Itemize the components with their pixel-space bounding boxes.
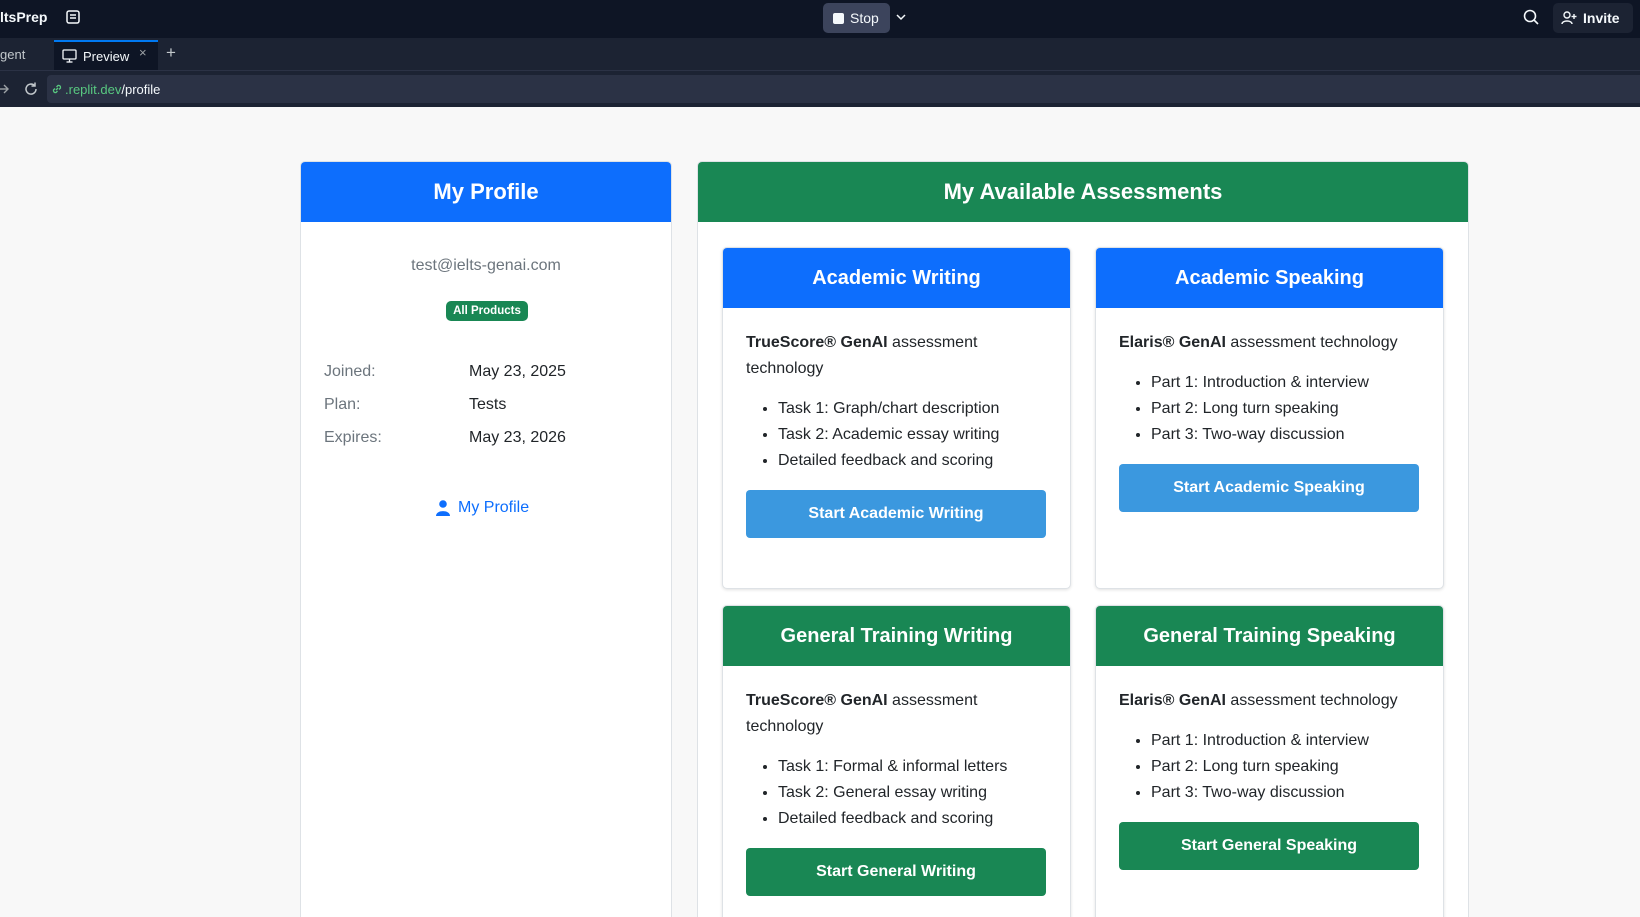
- stop-label: Stop: [850, 10, 879, 26]
- list-item: Task 2: Academic essay writing: [778, 422, 1047, 448]
- general-writing-features: Task 1: Formal & informal letters Task 2…: [778, 754, 1047, 832]
- list-item: Task 1: Formal & informal letters: [778, 754, 1047, 780]
- brand-name: TrueScore® GenAI: [746, 692, 888, 709]
- monitor-icon: [62, 49, 77, 63]
- list-item: Part 3: Two-way discussion: [1151, 780, 1420, 806]
- academic-speaking-features: Part 1: Introduction & interview Part 2:…: [1151, 370, 1420, 448]
- academic-writing-title: Academic Writing: [723, 248, 1070, 308]
- list-item: Part 2: Long turn speaking: [1151, 754, 1420, 780]
- general-speaking-title: General Training Speaking: [1096, 606, 1443, 666]
- academic-speaking-card: Academic Speaking Elaris® GenAI assessme…: [1095, 247, 1444, 589]
- invite-button[interactable]: Invite: [1553, 3, 1633, 33]
- tab-bar: gent Preview × +: [0, 38, 1640, 71]
- start-academic-speaking-button[interactable]: Start Academic Speaking: [1119, 464, 1419, 512]
- reload-icon[interactable]: [23, 81, 39, 97]
- url-bar: .replit.dev/profile: [0, 71, 1640, 107]
- my-profile-link-label: My Profile: [458, 499, 530, 516]
- tech-text: assessment technology: [1225, 692, 1398, 709]
- add-user-icon: [1561, 11, 1577, 25]
- start-academic-writing-button[interactable]: Start Academic Writing: [746, 490, 1046, 538]
- add-tab-icon[interactable]: +: [166, 43, 176, 63]
- expires-label: Expires:: [324, 429, 382, 446]
- list-item: Part 3: Two-way discussion: [1151, 422, 1420, 448]
- list-item: Task 1: Graph/chart description: [778, 396, 1047, 422]
- tab-preview-label: Preview: [83, 48, 130, 64]
- url-field[interactable]: .replit.dev/profile: [47, 75, 1640, 103]
- tab-agent[interactable]: gent: [0, 47, 25, 62]
- my-profile-link[interactable]: My Profile: [436, 499, 529, 517]
- plan-label: Plan:: [324, 396, 361, 413]
- url-host: .replit.dev: [65, 81, 122, 97]
- general-speaking-description: Elaris® GenAI assessment technology: [1119, 688, 1420, 714]
- academic-speaking-title: Academic Speaking: [1096, 248, 1443, 308]
- general-writing-description: TrueScore® GenAI assessment technology: [746, 688, 1047, 740]
- assessments-header: My Available Assessments: [698, 162, 1468, 222]
- list-item: Task 2: General essay writing: [778, 780, 1047, 806]
- link-icon: [52, 84, 62, 94]
- general-speaking-features: Part 1: Introduction & interview Part 2:…: [1151, 728, 1420, 806]
- brand-name: Elaris® GenAI: [1119, 334, 1226, 351]
- list-item: Part 1: Introduction & interview: [1151, 728, 1420, 754]
- list-item: Detailed feedback and scoring: [778, 448, 1047, 474]
- academic-writing-card: Academic Writing TrueScore® GenAI assess…: [722, 247, 1071, 589]
- expires-value: May 23, 2026: [469, 429, 566, 446]
- profile-header: My Profile: [301, 162, 671, 222]
- document-icon[interactable]: [65, 9, 81, 25]
- academic-writing-features: Task 1: Graph/chart description Task 2: …: [778, 396, 1047, 474]
- tech-text: assessment technology: [1225, 334, 1398, 351]
- general-writing-title: General Training Writing: [723, 606, 1070, 666]
- app-name[interactable]: ltsPrep: [0, 9, 47, 25]
- url-path: /profile: [121, 81, 161, 97]
- general-speaking-card: General Training Speaking Elaris® GenAI …: [1095, 605, 1444, 917]
- list-item: Detailed feedback and scoring: [778, 806, 1047, 832]
- start-general-speaking-button[interactable]: Start General Speaking: [1119, 822, 1419, 870]
- brand-name: Elaris® GenAI: [1119, 692, 1226, 709]
- search-icon[interactable]: [1522, 8, 1540, 26]
- invite-label: Invite: [1583, 10, 1620, 26]
- user-icon: [436, 500, 450, 516]
- plan-value: Tests: [469, 396, 507, 413]
- academic-writing-description: TrueScore® GenAI assessment technology: [746, 330, 1047, 382]
- joined-value: May 23, 2025: [469, 363, 566, 380]
- assessments-card: My Available Assessments Academic Writin…: [697, 161, 1469, 917]
- list-item: Part 2: Long turn speaking: [1151, 396, 1420, 422]
- stop-button[interactable]: Stop: [823, 3, 890, 33]
- close-icon[interactable]: ×: [139, 45, 147, 60]
- status-badge: All Products: [446, 301, 528, 321]
- academic-speaking-description: Elaris® GenAI assessment technology: [1119, 330, 1420, 356]
- list-item: Part 1: Introduction & interview: [1151, 370, 1420, 396]
- general-writing-card: General Training Writing TrueScore® GenA…: [722, 605, 1071, 917]
- chevron-down-icon[interactable]: [894, 10, 908, 24]
- profile-card: My Profile test@ielts-genai.com All Prod…: [300, 161, 672, 917]
- stop-icon: [833, 12, 844, 24]
- start-general-writing-button[interactable]: Start General Writing: [746, 848, 1046, 896]
- brand-name: TrueScore® GenAI: [746, 334, 888, 351]
- user-email: test@ielts-genai.com: [411, 257, 561, 274]
- joined-label: Joined:: [324, 363, 376, 380]
- replit-top-bar: ltsPrep Stop Invite: [0, 0, 1640, 38]
- forward-arrow-icon[interactable]: [0, 82, 10, 96]
